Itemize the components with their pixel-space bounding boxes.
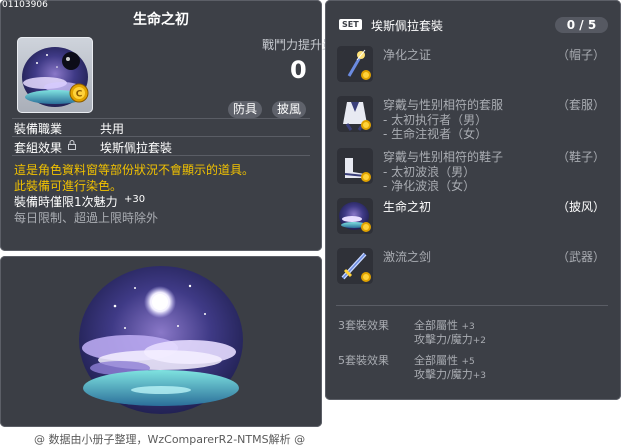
set-count: 0 / 5 [555, 17, 608, 33]
suit-icon [337, 96, 373, 132]
item-tooltip-panel: 01103906 生命之初 C 戰鬥力提升量 0 防具 披風 裝備職業 共用 套… [0, 0, 334, 251]
tag-cape: 披風 [272, 101, 307, 118]
lock-icon [68, 140, 76, 150]
set-item-slot: （帽子） [556, 48, 605, 62]
divider [12, 155, 310, 156]
divider [336, 305, 608, 306]
set-effect-5-line-2: 攻擊力/魔力+3 [414, 366, 486, 382]
effect-stat: 攻擊力/魔力 [414, 333, 473, 346]
item-title: 生命之初 [133, 12, 189, 28]
svg-text:C: C [76, 90, 83, 100]
scroll-icon [337, 46, 373, 82]
job-value: 共用 [100, 122, 125, 136]
description-line-1: 這是角色資料窗等部份狀況不會顯示的道具。 [14, 163, 255, 177]
set-effect-3-title: 3套裝效果 [338, 319, 389, 332]
set-info-panel: SET 埃斯佩拉套裝 0 / 5 净化之证 （帽子） 穿戴与性别相符的套服 - … [325, 0, 621, 400]
footer-credit: @ 数据由小册子整理，WzComparerR2-NTMS解析 @ [34, 433, 306, 446]
tag-armor: 防具 [228, 101, 263, 118]
set-title: 埃斯佩拉套裝 [371, 19, 444, 33]
set-item: 穿戴与性别相符的鞋子 - 太初波浪（男） - 净化波浪（女） （鞋子） [337, 148, 609, 198]
shoes-icon [337, 148, 373, 184]
set-item: 激流之剑 （武器） [337, 248, 609, 286]
cape-preview-image [79, 266, 243, 414]
set-item-slot: （武器） [556, 250, 605, 264]
set-effect-5-title: 5套裝效果 [338, 354, 389, 367]
limit-label: 裝備時僅限1次魅力 [14, 195, 118, 209]
set-item-slot: （披风） [556, 200, 605, 214]
set-item-name: 净化之证 [383, 48, 432, 62]
set-item: 净化之证 （帽子） [337, 46, 609, 84]
item-preview-panel [0, 256, 322, 427]
effect-stat: 攻擊力/魔力 [414, 368, 473, 381]
set-item-variant: - 生命注视者（女） [383, 127, 488, 141]
coin-badge-icon: C [69, 83, 89, 103]
job-label: 裝備職業 [14, 122, 63, 136]
set-item-slot: （鞋子） [556, 150, 605, 164]
set-item-name: 生命之初 [383, 200, 432, 214]
set-item: 生命之初 （披风） [337, 198, 609, 236]
item-icon-frame: C [17, 37, 93, 113]
set-item-name: 激流之剑 [383, 250, 432, 264]
limit-value: +30 [124, 194, 146, 205]
limit-note: 每日限制、超過上限時除外 [14, 211, 159, 225]
effect-value: +2 [472, 336, 486, 346]
set-effect-label: 套組效果 [14, 141, 63, 155]
sword-icon [337, 248, 373, 284]
set-effect-value: 埃斯佩拉套裝 [100, 141, 173, 155]
effect-value: +3 [472, 371, 486, 381]
set-effect-3-line-2: 攻擊力/魔力+2 [414, 331, 486, 347]
divider [12, 118, 310, 119]
cape-icon [337, 198, 373, 234]
set-badge: SET [339, 19, 362, 30]
description-line-2: 此裝備可進行染色。 [14, 179, 123, 193]
set-item-variant: - 净化波浪（女） [383, 179, 476, 193]
set-item: 穿戴与性别相符的套服 - 太初执行者（男） - 生命注视者（女） （套服） [337, 96, 609, 146]
power-value: 0 [290, 56, 307, 84]
power-label: 戰鬥力提升量 [262, 38, 335, 52]
divider [12, 136, 310, 137]
set-item-slot: （套服） [556, 98, 605, 112]
